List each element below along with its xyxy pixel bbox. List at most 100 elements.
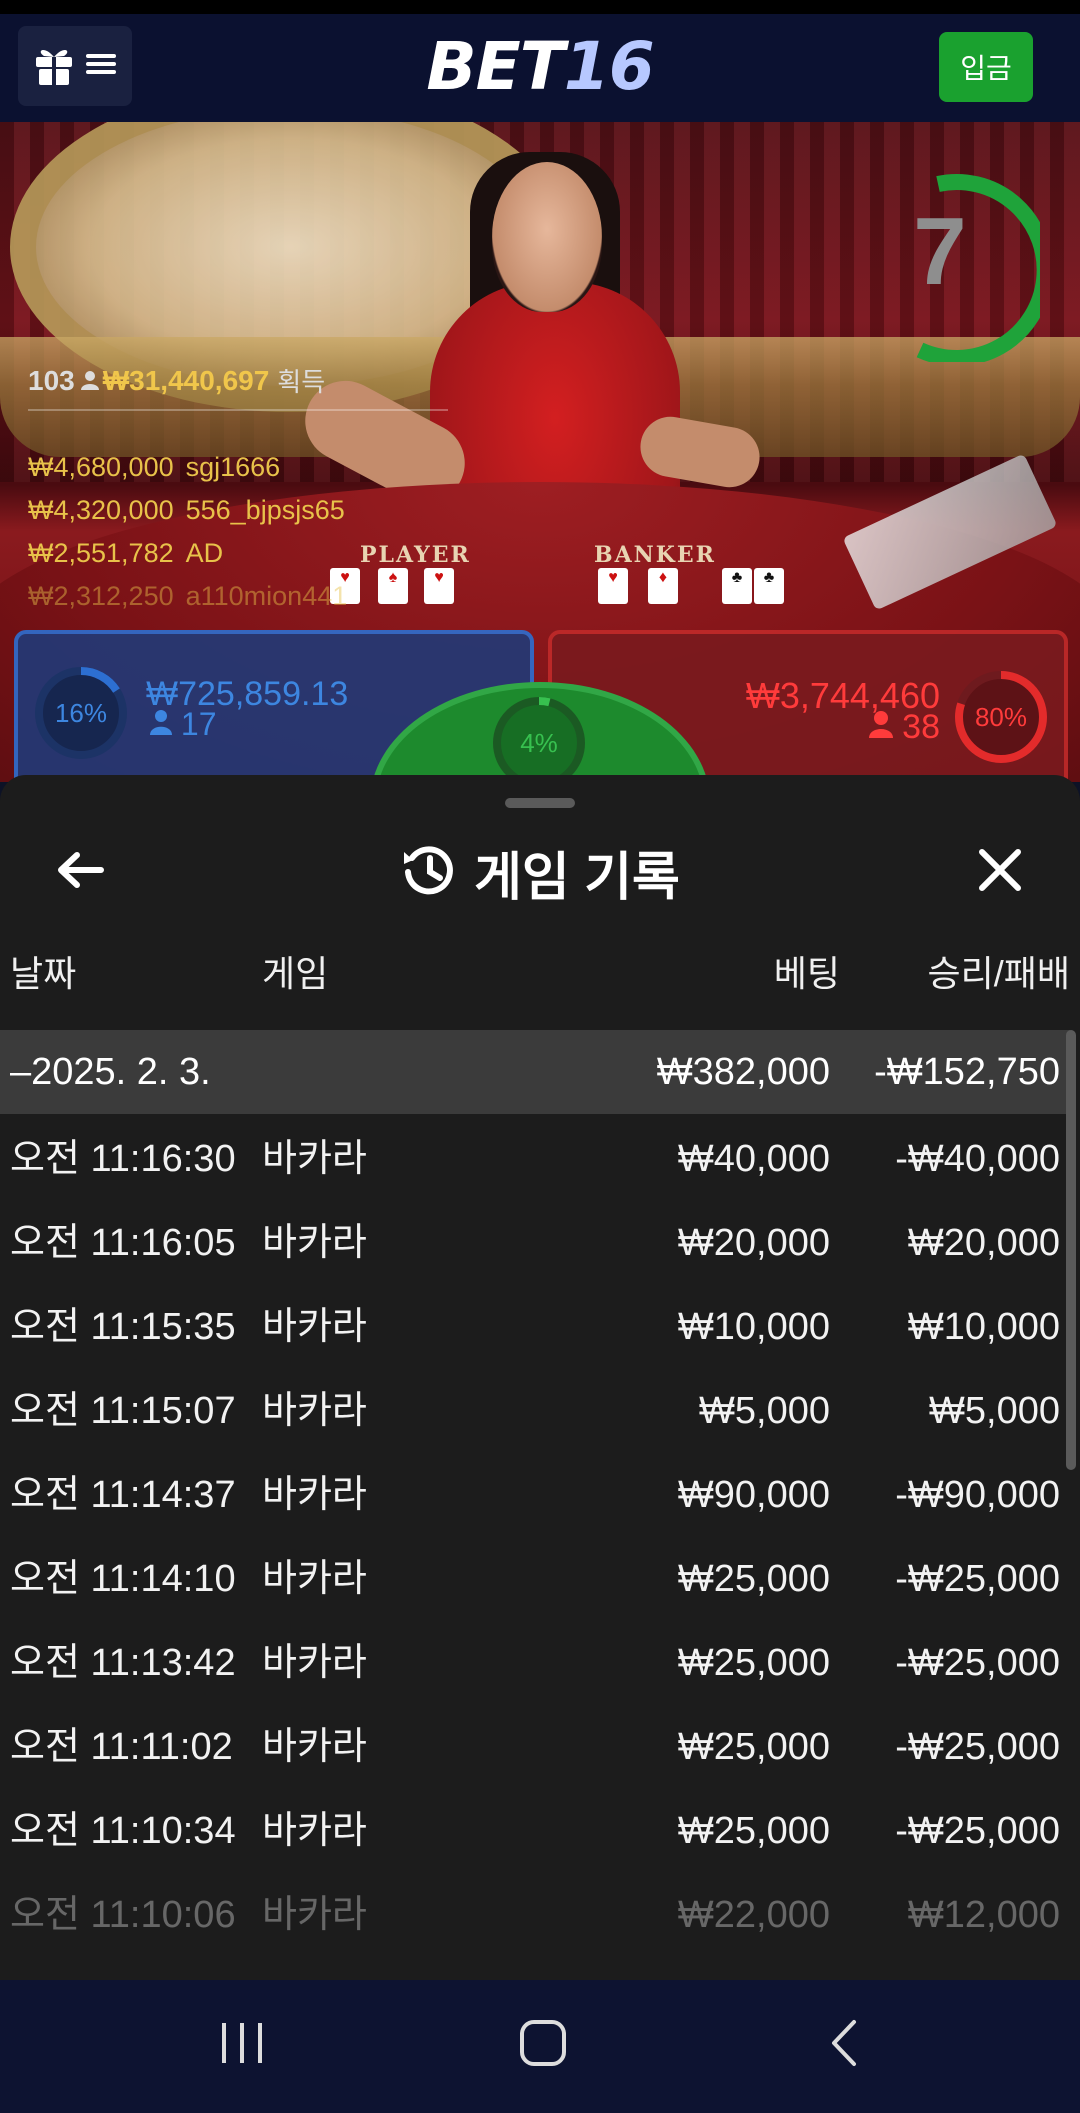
row-time: 오전 11:14:10 (10, 1558, 236, 1600)
row-bet: ₩25,000 (677, 1642, 830, 1684)
status-bar (0, 0, 1080, 14)
row-result: ₩5,000 (929, 1390, 1060, 1432)
history-row[interactable]: 오전 11:16:05 바카라 ₩20,000 ₩20,000 (0, 1198, 1070, 1282)
row-time: 오전 11:16:30 (10, 1138, 236, 1180)
row-result: -₩25,000 (895, 1810, 1060, 1852)
row-time: 오전 11:14:37 (10, 1474, 236, 1516)
history-row[interactable]: 오전 11:15:07 바카라 ₩5,000 ₩5,000 (0, 1366, 1070, 1450)
winners-summary: 103 ₩31,440,697 획득 (28, 362, 448, 411)
playing-card: ♥ (598, 568, 628, 604)
row-bet: ₩25,000 (677, 1810, 830, 1852)
row-game: 바카라 (262, 1306, 367, 1348)
recents-icon (217, 2018, 267, 2073)
dealer-head (492, 162, 602, 312)
player-percent-ring: 16% (32, 664, 130, 762)
history-row[interactable]: 오전 11:15:35 바카라 ₩10,000 ₩10,000 (0, 1282, 1070, 1366)
row-game: 바카라 (262, 1138, 367, 1180)
player-bettor-count: 17 (150, 706, 216, 743)
banker-bettor-count: 38 (700, 708, 940, 747)
winner-entry: ₩4,320,000 556_bjpsjs65 (28, 465, 448, 525)
row-bet: ₩5,000 (699, 1390, 830, 1432)
row-game: 바카라 (262, 1810, 367, 1852)
deposit-button[interactable]: 입금 (939, 32, 1033, 102)
countdown-timer: 7 (880, 162, 1040, 362)
sheet-drag-handle[interactable] (505, 798, 575, 808)
home-button[interactable] (483, 2010, 603, 2080)
date-group-row[interactable]: –2025. 2. 3. ₩382,000 -₩152,750 (0, 1030, 1070, 1114)
user-icon (868, 708, 893, 746)
winner-entry: ₩4,680,000 sgj1666 (28, 422, 448, 482)
row-game: 바카라 (262, 1558, 367, 1600)
row-game: 바카라 (262, 1642, 367, 1684)
winner-entry: ₩2,312,250 a110mion441 (28, 551, 448, 611)
history-row[interactable]: 오전 11:11:02 바카라 ₩25,000 -₩25,000 (0, 1702, 1070, 1786)
recents-button[interactable] (182, 2010, 302, 2080)
banker-percent-ring: 80% (952, 668, 1050, 766)
history-table-header: 날짜 게임 베팅 승리/패배 (0, 945, 1080, 995)
row-time: 오전 11:16:05 (10, 1222, 236, 1264)
row-game: 바카라 (262, 1894, 367, 1936)
player-bettor-count-value: 17 (180, 706, 217, 742)
row-time: 오전 11:10:06 (10, 1894, 236, 1936)
row-bet: ₩40,000 (677, 1138, 830, 1180)
user-icon (150, 706, 172, 742)
row-game: 바카라 (262, 1222, 367, 1264)
timer-value: 7 (913, 198, 967, 305)
history-row[interactable]: 오전 11:10:06 바카라 ₩22,000 ₩12,000 (0, 1870, 1070, 1954)
history-scrollbar[interactable] (1066, 1030, 1076, 1470)
game-history-sheet: 게임 기록 날짜 게임 베팅 승리/패배 –2025. 2. 3. ₩382,0… (0, 775, 1080, 1980)
history-icon (400, 842, 456, 903)
row-result: -₩25,000 (895, 1642, 1060, 1684)
row-game: 바카라 (262, 1390, 367, 1432)
row-game: 바카라 (262, 1474, 367, 1516)
player-percent: 16% (54, 698, 108, 728)
row-result: ₩10,000 (907, 1306, 1060, 1348)
row-result: -₩90,000 (895, 1474, 1060, 1516)
close-icon (976, 846, 1024, 899)
history-row[interactable]: 오전 11:13:42 바카라 ₩25,000 -₩25,000 (0, 1618, 1070, 1702)
winners-total: ₩31,440,697 (102, 364, 270, 396)
column-header-bet[interactable]: 베팅 (774, 945, 840, 997)
column-header-date[interactable]: 날짜 (10, 945, 76, 997)
user-icon (80, 365, 99, 397)
close-button[interactable] (960, 837, 1040, 907)
row-time: 오전 11:15:35 (10, 1306, 236, 1348)
row-result: -₩25,000 (895, 1726, 1060, 1768)
history-row[interactable]: 오전 11:14:10 바카라 ₩25,000 -₩25,000 (0, 1534, 1070, 1618)
banker-percent: 80% (974, 702, 1028, 732)
row-game: 바카라 (262, 1726, 367, 1768)
winner-name: a110mion441 (185, 581, 348, 611)
row-time: 오전 11:13:42 (10, 1642, 236, 1684)
row-bet: ₩90,000 (677, 1474, 830, 1516)
row-time: 오전 11:10:34 (10, 1810, 236, 1852)
playing-card: ♣ (754, 568, 784, 604)
system-navigation-bar (0, 1980, 1080, 2113)
history-row[interactable]: 오전 11:14:37 바카라 ₩90,000 -₩90,000 (0, 1450, 1070, 1534)
row-result: -₩40,000 (895, 1138, 1060, 1180)
sheet-title: 게임 기록 (0, 837, 1080, 907)
history-rows: 오전 11:16:30 바카라 ₩40,000 -₩40,000 오전 11:16:0… (0, 1114, 1070, 1954)
nav-back-button[interactable] (785, 2010, 905, 2080)
row-bet: ₩20,000 (677, 1222, 830, 1264)
row-bet: ₩25,000 (677, 1558, 830, 1600)
date-group-result-total: -₩152,750 (874, 1051, 1060, 1093)
row-bet: ₩25,000 (677, 1726, 830, 1768)
column-header-result[interactable]: 승리/패배 (928, 945, 1070, 997)
logo-bet-text: BET (426, 28, 564, 105)
history-row[interactable]: 오전 11:10:34 바카라 ₩25,000 -₩25,000 (0, 1786, 1070, 1870)
column-header-game[interactable]: 게임 (262, 945, 328, 997)
winners-panel: 103 ₩31,440,697 획득 ₩4,680,000 sgj1666 ₩4,… (28, 362, 448, 611)
sheet-title-text: 게임 기록 (474, 848, 680, 907)
row-result: ₩20,000 (907, 1222, 1060, 1264)
top-bar: BET16 입금 (0, 14, 1080, 122)
date-group-label: –2025. 2. 3. (10, 1051, 211, 1093)
row-result: ₩12,000 (907, 1894, 1060, 1936)
winner-amount: ₩2,312,250 (28, 581, 174, 611)
logo-number-text: 16 (563, 28, 655, 105)
row-bet: ₩22,000 (677, 1894, 830, 1936)
history-row[interactable]: 오전 11:16:30 바카라 ₩40,000 -₩40,000 (0, 1114, 1070, 1198)
nav-back-icon (820, 2018, 870, 2073)
home-icon (518, 2018, 568, 2073)
brand-logo[interactable]: BET16 (0, 28, 1080, 105)
row-bet: ₩10,000 (677, 1306, 830, 1348)
